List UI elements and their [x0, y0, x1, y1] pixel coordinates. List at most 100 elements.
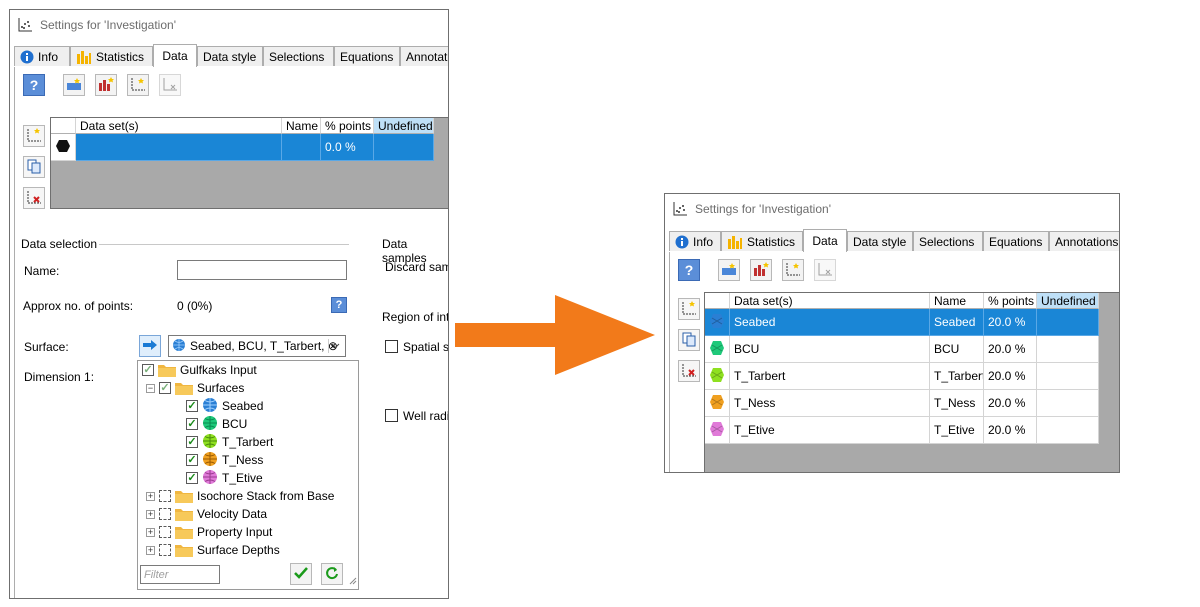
- spatial-checkbox[interactable]: [385, 340, 398, 353]
- collapse-icon[interactable]: −: [146, 383, 155, 393]
- tab-statistics[interactable]: Statistics: [721, 231, 803, 251]
- tree-item-seabed[interactable]: Seabed: [186, 397, 263, 415]
- tab-annotations[interactable]: Annotatio: [400, 46, 448, 66]
- spatial-label: Spatial se: [403, 340, 449, 354]
- add-statistics-button[interactable]: [95, 74, 117, 96]
- tree-checkbox[interactable]: [159, 490, 171, 502]
- tab-equations[interactable]: Equations: [983, 231, 1049, 251]
- resize-grip-icon[interactable]: [349, 574, 357, 588]
- new-dataset-side-button[interactable]: [678, 298, 700, 320]
- delete-dataset-icon: [26, 189, 42, 208]
- help-button[interactable]: ?: [678, 259, 700, 281]
- tree-filter-input[interactable]: Filter: [140, 565, 220, 584]
- delete-dataset-button[interactable]: [678, 360, 700, 382]
- row-points: 0.0 %: [321, 134, 374, 161]
- tree-item-surface-depths[interactable]: + Surface Depths: [146, 541, 280, 559]
- delete-dataset-button[interactable]: [23, 187, 45, 209]
- tree-checkbox-root[interactable]: [142, 364, 154, 376]
- tab-data[interactable]: Data: [803, 229, 847, 252]
- new-dataset-side-button[interactable]: [23, 125, 45, 147]
- tree-checkbox-bcu[interactable]: [186, 418, 198, 430]
- surface-icon: [709, 367, 725, 386]
- tree-checkbox-seabed[interactable]: [186, 400, 198, 412]
- tab-strip: Info Statistics Data Data style Selectio…: [14, 44, 448, 67]
- insert-surface-button[interactable]: [139, 335, 161, 357]
- table-row[interactable]: T_Tarbert T_Tarbert 20.0 %: [705, 363, 1119, 390]
- new-crossplot-button[interactable]: [782, 259, 804, 281]
- copy-dataset-button[interactable]: [678, 329, 700, 351]
- apply-filter-button[interactable]: [290, 563, 312, 585]
- expand-icon[interactable]: +: [146, 491, 155, 501]
- tree-checkbox[interactable]: [159, 526, 171, 538]
- grid-header-undefined[interactable]: Undefined: [374, 118, 434, 134]
- tree-item-root[interactable]: Gulfkaks Input: [142, 361, 257, 379]
- table-row[interactable]: BCU BCU 20.0 %: [705, 336, 1119, 363]
- tree-item-property[interactable]: + Property Input: [146, 523, 272, 541]
- tree-checkbox-t-etive[interactable]: [186, 472, 198, 484]
- expand-icon[interactable]: +: [146, 527, 155, 537]
- table-row[interactable]: Seabed Seabed 20.0 %: [705, 309, 1119, 336]
- remove-plot-button[interactable]: [814, 259, 836, 281]
- row-points: 20.0 %: [984, 417, 1037, 444]
- refresh-button[interactable]: [321, 563, 343, 585]
- add-dataset-button[interactable]: [718, 259, 740, 281]
- copy-icon: [26, 158, 42, 177]
- tree-item-surfaces[interactable]: − Surfaces: [146, 379, 244, 397]
- tab-data-style[interactable]: Data style: [847, 231, 913, 251]
- tree-checkbox[interactable]: [159, 544, 171, 556]
- add-surface-icon: [66, 77, 82, 94]
- statistics-icon: [727, 235, 743, 249]
- tree-item-isochore[interactable]: + Isochore Stack from Base: [146, 487, 334, 505]
- tree-item-velocity[interactable]: + Velocity Data: [146, 505, 267, 523]
- expand-icon[interactable]: +: [146, 545, 155, 555]
- tree-checkbox-t-ness[interactable]: [186, 454, 198, 466]
- tree-checkbox-surfaces[interactable]: [159, 382, 171, 394]
- surface-icon: [202, 451, 218, 470]
- expand-icon[interactable]: +: [146, 509, 155, 519]
- tree-item-t-ness[interactable]: T_Ness: [186, 451, 263, 469]
- tab-info[interactable]: Info: [14, 46, 70, 66]
- row-icon-cell: [705, 390, 730, 417]
- table-row[interactable]: 0.0 %: [51, 134, 448, 161]
- table-row[interactable]: T_Etive T_Etive 20.0 %: [705, 417, 1119, 444]
- approx-help-button[interactable]: ?: [331, 297, 347, 313]
- crossplot-window-icon: [673, 202, 687, 216]
- tab-equations[interactable]: Equations: [334, 46, 400, 66]
- new-crossplot-button[interactable]: [127, 74, 149, 96]
- remove-plot-button[interactable]: [159, 74, 181, 96]
- grid-header-name[interactable]: Name: [282, 118, 321, 134]
- grid-header-points[interactable]: % points: [984, 293, 1037, 309]
- tab-data[interactable]: Data: [153, 44, 197, 67]
- tree-item-t-tarbert[interactable]: T_Tarbert: [186, 433, 273, 451]
- tab-info[interactable]: Info: [669, 231, 721, 251]
- tab-annotations[interactable]: Annotations: [1049, 231, 1119, 251]
- table-row[interactable]: T_Ness T_Ness 20.0 %: [705, 390, 1119, 417]
- well-radius-checkbox[interactable]: [385, 409, 398, 422]
- add-dataset-button[interactable]: [63, 74, 85, 96]
- tab-selections[interactable]: Selections: [263, 46, 334, 66]
- help-button[interactable]: ?: [23, 74, 45, 96]
- row-dataset: BCU: [730, 336, 930, 363]
- name-field[interactable]: [177, 260, 347, 280]
- tab-selections[interactable]: Selections: [913, 231, 983, 251]
- add-statistics-button[interactable]: [750, 259, 772, 281]
- grid-header-points[interactable]: % points: [321, 118, 374, 134]
- grid-header-undefined[interactable]: Undefined: [1037, 293, 1099, 309]
- grid-header-dataset[interactable]: Data set(s): [730, 293, 930, 309]
- grid-header-dataset[interactable]: Data set(s): [76, 118, 282, 134]
- grid-header-name[interactable]: Name: [930, 293, 984, 309]
- data-tab-content: ? Data set(s) Name % points Undefined Se…: [669, 252, 1119, 472]
- copy-dataset-button[interactable]: [23, 156, 45, 178]
- grid-header-icon-col: [51, 118, 76, 134]
- row-undefined: [1037, 336, 1099, 363]
- row-undefined: [374, 134, 434, 161]
- surface-dropdown[interactable]: Seabed, BCU, T_Tarbert, ⊗: [168, 335, 346, 357]
- folder-icon: [175, 490, 193, 503]
- tree-item-bcu[interactable]: BCU: [186, 415, 247, 433]
- info-icon: [675, 235, 689, 249]
- tab-data-style[interactable]: Data style: [197, 46, 263, 66]
- tree-checkbox-t-tarbert[interactable]: [186, 436, 198, 448]
- tree-item-t-etive[interactable]: T_Etive: [186, 469, 263, 487]
- tree-checkbox[interactable]: [159, 508, 171, 520]
- tab-statistics[interactable]: Statistics: [70, 46, 153, 66]
